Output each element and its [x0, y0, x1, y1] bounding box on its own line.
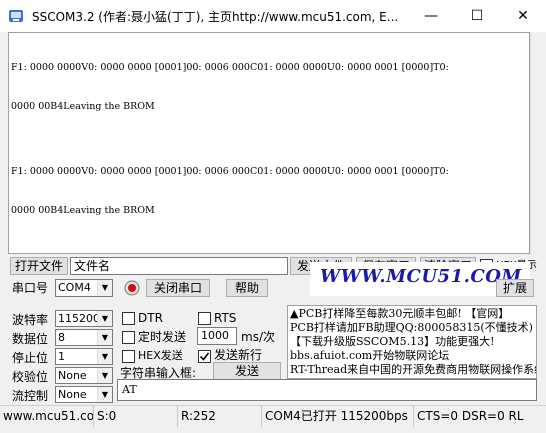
chevron-down-icon: ▼	[97, 349, 112, 364]
dtr-checkbox[interactable]	[122, 312, 135, 325]
output-line: 0000 00B4Leaving the BROM	[11, 101, 155, 112]
databits-select[interactable]: 8 ▼	[55, 329, 113, 346]
timed-send-checkbox[interactable]	[122, 331, 135, 344]
port-select[interactable]: COM4 ▼	[55, 279, 113, 297]
window-title: SSCOM3.2 (作者:聂小猛(丁丁), 主页http://www.mcu51…	[32, 10, 399, 24]
info-line[interactable]: ▲PCB打样降至每款30元顺丰包邮! 【官网】	[290, 307, 534, 321]
hex-send-checkbox[interactable]	[122, 350, 135, 363]
rts-label: RTS	[214, 311, 237, 325]
info-line[interactable]: PCB打样请加FB助理QQ:800058315(不懂技术)	[290, 321, 534, 335]
send-text-input[interactable]: AT	[117, 379, 537, 401]
interval-input[interactable]: 1000	[197, 327, 237, 345]
timed-send-label: 定时发送	[138, 330, 187, 344]
send-newline-label: 发送新行	[214, 348, 263, 362]
help-button[interactable]: 帮助	[226, 279, 268, 297]
baud-label: 波特率	[12, 313, 49, 327]
info-line[interactable]: bbs.afuiot.com开始物联网论坛	[290, 349, 534, 363]
status-signals: CTS=0 DSR=0 RL	[417, 409, 524, 423]
receive-output-area[interactable]: F1: 0000 0000V0: 0000 0000 [0001]00: 000…	[8, 32, 530, 254]
stopbits-select[interactable]: 1 ▼	[55, 348, 113, 365]
port-select-value: COM4	[58, 281, 91, 294]
chevron-down-icon: ▼	[97, 387, 112, 402]
rts-checkbox[interactable]	[198, 312, 211, 325]
output-line: F1: 0000 0000V0: 0000 0000 [0001]00: 000…	[11, 166, 449, 177]
close-port-button[interactable]: 关闭串口	[146, 279, 210, 297]
status-received: R:252	[178, 405, 262, 427]
maximize-button[interactable]: ☐	[454, 0, 500, 32]
close-button[interactable]: ✕	[500, 0, 546, 32]
flow-value: None	[58, 388, 87, 401]
databits-value: 8	[58, 331, 65, 344]
interval-unit: ms/次	[241, 330, 275, 344]
databits-label: 数据位	[12, 332, 49, 346]
stopbits-value: 1	[58, 350, 65, 363]
send-button[interactable]: 发送	[213, 362, 281, 380]
app-icon	[8, 8, 24, 24]
output-line: F1: 0000 0000V0: 0000 0000 [0001]00: 000…	[11, 62, 449, 73]
parity-select[interactable]: None ▼	[55, 367, 113, 384]
port-label: 串口号	[12, 281, 49, 295]
chevron-down-icon: ▼	[97, 280, 112, 296]
hex-send-label: HEX发送	[138, 349, 183, 362]
info-line[interactable]: 【下载升级版SSCOM5.13】功能更强大!	[290, 335, 534, 349]
info-panel: ▲PCB打样降至每款30元顺丰包邮! 【官网】 PCB打样请加FB助理QQ:80…	[287, 305, 537, 379]
output-line: 0000 00B4Leaving the BROM	[11, 205, 155, 216]
baud-select[interactable]: 115200 ▼	[55, 310, 113, 327]
check-icon	[199, 352, 210, 361]
parity-value: None	[58, 369, 87, 382]
status-sent: S:0	[94, 405, 178, 427]
dtr-label: DTR	[138, 311, 163, 325]
flow-select[interactable]: None ▼	[55, 386, 113, 403]
stopbits-label: 停止位	[12, 351, 49, 365]
open-file-button[interactable]: 打开文件	[10, 257, 68, 275]
file-name-field[interactable]: 文件名	[70, 257, 288, 275]
status-port-state: COM4已打开 115200bps	[262, 405, 414, 427]
title-bar[interactable]: SSCOM3.2 (作者:聂小猛(丁丁), 主页http://www.mcu51…	[0, 0, 546, 32]
banner-text: WWW.MCU51.COM	[320, 266, 522, 287]
chevron-down-icon: ▼	[97, 311, 112, 326]
info-line[interactable]: RT-Thread来自中国的开源免费商用物联网操作系统	[290, 363, 536, 377]
output-scrollbar[interactable]	[530, 32, 538, 254]
parity-label: 校验位	[12, 370, 49, 384]
baud-value: 115200	[58, 312, 100, 325]
status-site: www.mcu51.cor	[0, 405, 94, 427]
expand-button[interactable]: 扩展	[496, 279, 534, 297]
port-status-indicator-icon	[124, 280, 140, 296]
send-newline-checkbox[interactable]	[198, 350, 211, 363]
minimize-button[interactable]: —	[408, 0, 454, 32]
chevron-down-icon: ▼	[97, 330, 112, 345]
chevron-down-icon: ▼	[97, 368, 112, 383]
flow-label: 流控制	[12, 389, 49, 403]
